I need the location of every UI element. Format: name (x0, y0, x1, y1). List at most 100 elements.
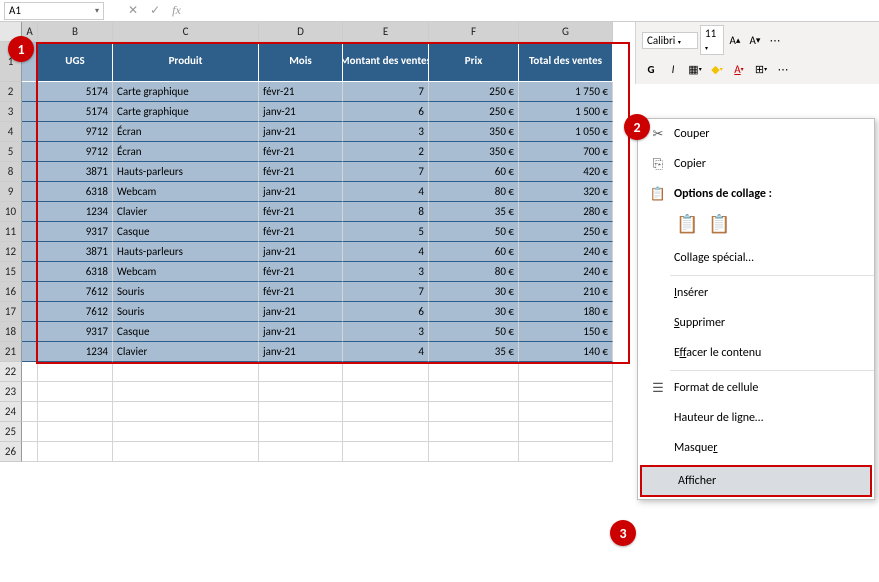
cell-mois[interactable]: janv-21 (259, 342, 343, 362)
italic-button[interactable]: I (664, 60, 682, 78)
cell-produit[interactable]: Souris (113, 282, 259, 302)
cell-ugs[interactable]: 5174 (38, 102, 113, 122)
col-header-F[interactable]: F (429, 22, 519, 42)
cell-ugs[interactable]: 7612 (38, 302, 113, 322)
cell-prix[interactable]: 80 € (429, 182, 519, 202)
cell-produit[interactable]: Casque (113, 222, 259, 242)
row-header-16[interactable]: 16 (0, 282, 22, 302)
cell-produit[interactable]: Hauts-parleurs (113, 162, 259, 182)
cell-mois[interactable]: févr-21 (259, 202, 343, 222)
cell-montant[interactable]: 4 (343, 342, 429, 362)
name-box-dropdown-icon[interactable]: ▾ (95, 6, 99, 16)
cell-mois[interactable]: févr-21 (259, 262, 343, 282)
menu-insert[interactable]: Insérer (638, 278, 874, 308)
menu-copy[interactable]: ⎘ Copier (638, 149, 874, 179)
cell-montant[interactable]: 3 (343, 122, 429, 142)
table-row[interactable]: 6318Webcamjanv-21480 €320 € (22, 182, 635, 202)
ribbon-more-icon[interactable]: ⋯ (766, 31, 784, 49)
row-header-4[interactable]: 4 (0, 122, 22, 142)
table-row[interactable]: 5174Carte graphiquejanv-216250 €1 500 € (22, 102, 635, 122)
font-name-select[interactable]: Calibri ▾ (642, 32, 698, 49)
cell-total[interactable]: 240 € (519, 262, 613, 282)
font-size-select[interactable]: 11 ▾ (700, 25, 724, 55)
ribbon-expand-icon[interactable]: ⋯ (774, 60, 792, 78)
decrease-font-icon[interactable]: A▾ (746, 31, 764, 49)
row-header-5[interactable]: 5 (0, 142, 22, 162)
table-row[interactable]: 3871Hauts-parleursjanv-21460 €240 € (22, 242, 635, 262)
cell-montant[interactable]: 5 (343, 222, 429, 242)
cell-prix[interactable]: 50 € (429, 322, 519, 342)
row-header-22[interactable]: 22 (0, 362, 22, 382)
cell-montant[interactable]: 7 (343, 82, 429, 102)
menu-row-height[interactable]: Hauteur de ligne… (638, 403, 874, 433)
cell-total[interactable]: 1 500 € (519, 102, 613, 122)
cell-montant[interactable]: 7 (343, 162, 429, 182)
cell-total[interactable]: 140 € (519, 342, 613, 362)
row-header-15[interactable]: 15 (0, 262, 22, 282)
col-header-E[interactable]: E (343, 22, 429, 42)
cell-ugs[interactable]: 7612 (38, 282, 113, 302)
cell-produit[interactable]: Écran (113, 122, 259, 142)
cell-produit[interactable]: Webcam (113, 182, 259, 202)
col-header-G[interactable]: G (519, 22, 613, 42)
table-row[interactable]: 7612Sourisjanv-21630 €180 € (22, 302, 635, 322)
cell-produit[interactable]: Hauts-parleurs (113, 242, 259, 262)
cell-produit[interactable]: Carte graphique (113, 82, 259, 102)
row-header-23[interactable]: 23 (0, 382, 22, 402)
increase-font-icon[interactable]: A▴ (726, 31, 744, 49)
border-button[interactable]: ▦▾ (686, 60, 704, 78)
cell-total[interactable]: 180 € (519, 302, 613, 322)
cell-prix[interactable]: 35 € (429, 202, 519, 222)
cell-prix[interactable]: 30 € (429, 302, 519, 322)
cell-produit[interactable]: Clavier (113, 342, 259, 362)
col-header-B[interactable]: B (38, 22, 113, 42)
cell-produit[interactable]: Webcam (113, 262, 259, 282)
cell-total[interactable]: 700 € (519, 142, 613, 162)
menu-show[interactable]: Afficher (640, 465, 872, 497)
menu-hide[interactable]: Masquer (638, 433, 874, 463)
cell-ugs[interactable]: 9317 (38, 222, 113, 242)
bold-button[interactable]: G (642, 60, 660, 78)
table-row[interactable]: 3871Hauts-parleursfévr-21760 €420 € (22, 162, 635, 182)
cell-ugs[interactable]: 1234 (38, 342, 113, 362)
table-row[interactable]: 9712Écranjanv-213350 €1 050 € (22, 122, 635, 142)
table-row[interactable]: 1234Clavierfévr-21835 €280 € (22, 202, 635, 222)
row-header-11[interactable]: 11 (0, 222, 22, 242)
menu-clear[interactable]: Effacer le contenu (638, 338, 874, 368)
menu-cut[interactable]: ✂ Couper (638, 119, 874, 149)
fx-icon[interactable]: fx (172, 3, 181, 18)
cell-total[interactable]: 1 750 € (519, 82, 613, 102)
cell-montant[interactable]: 6 (343, 302, 429, 322)
cell-produit[interactable]: Casque (113, 322, 259, 342)
cell-mois[interactable]: janv-21 (259, 302, 343, 322)
cell-prix[interactable]: 350 € (429, 122, 519, 142)
border-style-icon[interactable]: ⊞▾ (752, 60, 770, 78)
cell-total[interactable]: 150 € (519, 322, 613, 342)
cell-montant[interactable]: 3 (343, 262, 429, 282)
cell-mois[interactable]: févr-21 (259, 222, 343, 242)
name-box[interactable]: A1 ▾ (4, 2, 104, 20)
cell-ugs[interactable]: 6318 (38, 262, 113, 282)
table-row[interactable]: 1234Clavierjanv-21435 €140 € (22, 342, 635, 362)
cell-ugs[interactable]: 5174 (38, 82, 113, 102)
cell-total[interactable]: 210 € (519, 282, 613, 302)
cell-montant[interactable]: 6 (343, 102, 429, 122)
cell-produit[interactable]: Carte graphique (113, 102, 259, 122)
cell-mois[interactable]: janv-21 (259, 102, 343, 122)
cancel-icon[interactable]: ✕ (128, 3, 138, 18)
row-header-17[interactable]: 17 (0, 302, 22, 322)
row-header-24[interactable]: 24 (0, 402, 22, 422)
row-header-2[interactable]: 2 (0, 82, 22, 102)
cell-total[interactable]: 250 € (519, 222, 613, 242)
row-header-8[interactable]: 8 (0, 162, 22, 182)
cell-montant[interactable]: 7 (343, 282, 429, 302)
cell-prix[interactable]: 60 € (429, 242, 519, 262)
col-header-C[interactable]: C (113, 22, 259, 42)
cell-mois[interactable]: févr-21 (259, 142, 343, 162)
row-header-9[interactable]: 9 (0, 182, 22, 202)
menu-delete[interactable]: Supprimer (638, 308, 874, 338)
cell-produit[interactable]: Écran (113, 142, 259, 162)
paste-option-1-icon[interactable]: 📋 (676, 213, 698, 235)
row-header-26[interactable]: 26 (0, 442, 22, 462)
cell-montant[interactable]: 4 (343, 182, 429, 202)
